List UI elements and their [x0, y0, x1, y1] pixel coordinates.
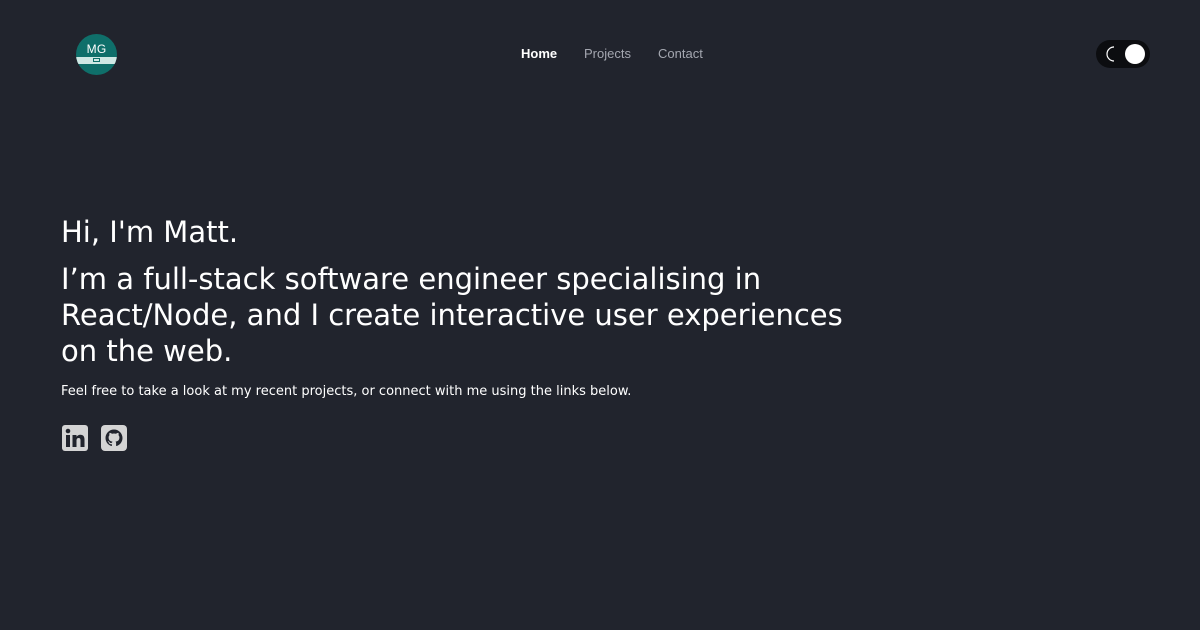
hero-greeting: Hi, I'm Matt.: [61, 215, 239, 249]
toggle-knob[interactable]: [1125, 44, 1145, 64]
linkedin-link[interactable]: [61, 424, 89, 452]
hero-tagline: I’m a full-stack software engineer speci…: [61, 262, 843, 368]
linkedin-icon: [62, 425, 88, 451]
moon-icon: [1106, 46, 1115, 62]
hero-section: Hi, I'm Matt. I’m a full-stack software …: [61, 212, 881, 401]
nav-link-projects[interactable]: Projects: [584, 45, 631, 63]
main-nav: Home Projects Contact: [0, 45, 1200, 63]
hero-description: Feel free to take a look at my recent pr…: [61, 384, 632, 399]
nav-link-home[interactable]: Home: [521, 45, 557, 63]
nav-link-contact[interactable]: Contact: [658, 45, 703, 63]
theme-toggle[interactable]: [1096, 40, 1150, 68]
github-icon: [101, 425, 127, 451]
github-link[interactable]: [100, 424, 128, 452]
